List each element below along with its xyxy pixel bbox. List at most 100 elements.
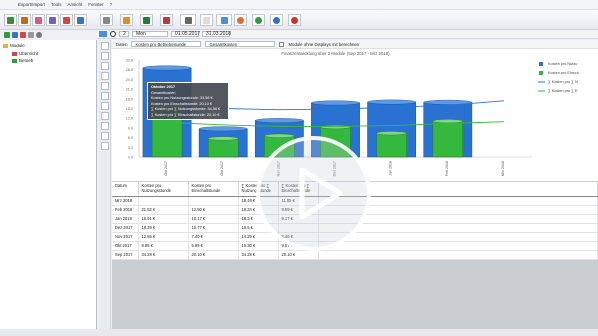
- bar-series-2: [207, 138, 239, 158]
- chart-tool-1-icon[interactable]: [101, 42, 109, 50]
- module-icon: [12, 58, 17, 63]
- tool-a-icon[interactable]: [4, 14, 17, 26]
- table-cell: 5.89 €: [188, 241, 239, 251]
- main-toolbar: [0, 10, 598, 30]
- tool-k-icon[interactable]: [180, 14, 196, 26]
- status-bar: [0, 329, 598, 336]
- search-icon[interactable]: [36, 31, 42, 38]
- chart-tool-2-icon[interactable]: [101, 52, 109, 60]
- bar-cap-series-2: [432, 119, 463, 124]
- chart-type-icon[interactable]: [99, 31, 107, 37]
- menu-ansicht[interactable]: Ansicht: [68, 2, 83, 7]
- chart-tool-4-icon[interactable]: [101, 72, 109, 80]
- play-button[interactable]: [256, 136, 371, 251]
- cost-select[interactable]: Kosten pro Betriebsstunde: [131, 41, 202, 47]
- col-header[interactable]: Kosten pro Nutzungsstunde: [138, 182, 189, 197]
- bar-cap-series-1: [198, 126, 248, 132]
- table-cell: 10.17 €: [188, 214, 239, 224]
- y-tick-label: 24.0: [126, 78, 133, 82]
- y-tick-label: 12.0: [126, 117, 133, 121]
- y-tick-label: 3.0: [128, 146, 133, 150]
- chart-tool-8-icon[interactable]: [101, 112, 109, 120]
- table-cell: Mrz 2018: [112, 196, 139, 206]
- tree-item-label: Ubersicht: [19, 51, 39, 56]
- table-cell: [138, 196, 189, 206]
- table-cell: [188, 196, 239, 206]
- menu-help[interactable]: ?: [110, 2, 113, 7]
- bar-cap-series-1: [142, 65, 192, 71]
- tool-l-icon[interactable]: [200, 14, 213, 26]
- table-cell: 10.77 €: [188, 223, 239, 233]
- x-tick-label: Mrz 2018: [501, 161, 505, 176]
- table-row[interactable]: Sep 2017 34.28 €20.10 €34.28 €20.10 €: [112, 250, 598, 260]
- menu-fenster[interactable]: Fenster: [88, 2, 103, 7]
- tool-c-icon[interactable]: [32, 14, 45, 26]
- tool-p-icon[interactable]: [270, 14, 283, 26]
- y-tick-label: 15.0: [126, 107, 133, 111]
- zoom-in-icon[interactable]: [110, 31, 116, 37]
- legend-swatch: [539, 71, 543, 75]
- chart-tooltip: Oktober 2017 Gesamtkosten Kosten pro Nut…: [147, 82, 229, 120]
- x-tick-label: Feb 2018: [445, 161, 449, 176]
- menu-export-import[interactable]: Export/Import: [18, 2, 45, 7]
- table-cell: 7.40 €: [188, 232, 239, 242]
- tool-g-icon[interactable]: [100, 14, 113, 26]
- zoom-input[interactable]: 2: [119, 31, 129, 37]
- tool-q-icon[interactable]: [288, 14, 301, 26]
- col-header[interactable]: Datum: [112, 182, 139, 197]
- bar-cap-series-1: [367, 99, 416, 105]
- y-tick-label: 9.0: [128, 126, 133, 130]
- bar-cap-series-2: [208, 136, 239, 141]
- col-header[interactable]: Kosten pro Einschaltstunde: [188, 182, 239, 197]
- tree-toolbar: [0, 30, 97, 39]
- chart-tool-3-icon[interactable]: [101, 62, 109, 70]
- tree-item-betrieb[interactable]: Betrieb: [12, 58, 33, 63]
- y-tick-label: 18.0: [126, 97, 133, 101]
- date-from-field[interactable]: 01.05.2017: [171, 31, 200, 37]
- table-cell: Nov 2017: [112, 232, 139, 242]
- tool-i-icon[interactable]: [140, 14, 153, 26]
- table-cell: 20.10 €: [278, 250, 319, 260]
- tool-e-icon[interactable]: [60, 14, 73, 26]
- tool-n-icon[interactable]: [234, 14, 247, 26]
- options-bar: Daten Kosten pro Betriebsstunde Gesamtko…: [112, 40, 598, 49]
- legend-label: Kosten pro Einsch: [548, 71, 579, 75]
- tool-f-icon[interactable]: [74, 14, 87, 26]
- tree-root[interactable]: Module: [3, 43, 25, 48]
- module-checkbox[interactable]: [279, 41, 285, 47]
- edit-icon[interactable]: [12, 31, 18, 38]
- tool-m-icon[interactable]: [216, 14, 232, 26]
- tool-h-icon[interactable]: [120, 14, 133, 26]
- chart-tool-9-icon[interactable]: [101, 122, 109, 130]
- y-tick-label: 0.0: [128, 156, 133, 160]
- y-tick-label: 21.0: [126, 88, 133, 92]
- module-icon: [12, 51, 17, 56]
- tool-j-icon[interactable]: [160, 14, 173, 26]
- delete-icon[interactable]: [20, 31, 26, 38]
- chart-tool-6-icon[interactable]: [101, 92, 109, 100]
- checkbox-label: Module ohne Displays mit berechnen: [288, 41, 360, 47]
- chart-tool-5-icon[interactable]: [101, 82, 109, 90]
- y-tick-label: 32.0: [126, 59, 133, 63]
- table-cell: 16.91 €: [138, 214, 189, 224]
- chart-tool-7-icon[interactable]: [101, 102, 109, 110]
- table-cell-filler: [318, 250, 598, 260]
- tool-d-icon[interactable]: [46, 14, 59, 26]
- chart-tool-11-icon[interactable]: [101, 142, 109, 150]
- tool-b-icon[interactable]: [18, 14, 31, 26]
- tree-item-ubersicht[interactable]: Ubersicht: [12, 51, 38, 56]
- table-cell: 18.29 €: [138, 223, 189, 233]
- chart-tool-10-icon[interactable]: [101, 132, 109, 140]
- date-to-field[interactable]: 31.03.2018: [202, 31, 231, 37]
- tool-o-icon[interactable]: [252, 14, 265, 26]
- unit-select[interactable]: Mon: [132, 31, 168, 37]
- add-icon[interactable]: [4, 31, 10, 38]
- table-cell: 8.95 €: [138, 241, 189, 251]
- menu-tools[interactable]: Tools: [51, 2, 62, 7]
- refresh-icon[interactable]: [28, 31, 34, 38]
- table-cell: Feb 2018: [112, 205, 139, 215]
- total-select[interactable]: Gesamtkosten: [205, 41, 276, 47]
- module-tree: Module Ubersicht Betrieb: [0, 40, 97, 336]
- x-tick-label: Jan 2018: [389, 161, 393, 176]
- table-cell: Dez 2017: [112, 223, 139, 233]
